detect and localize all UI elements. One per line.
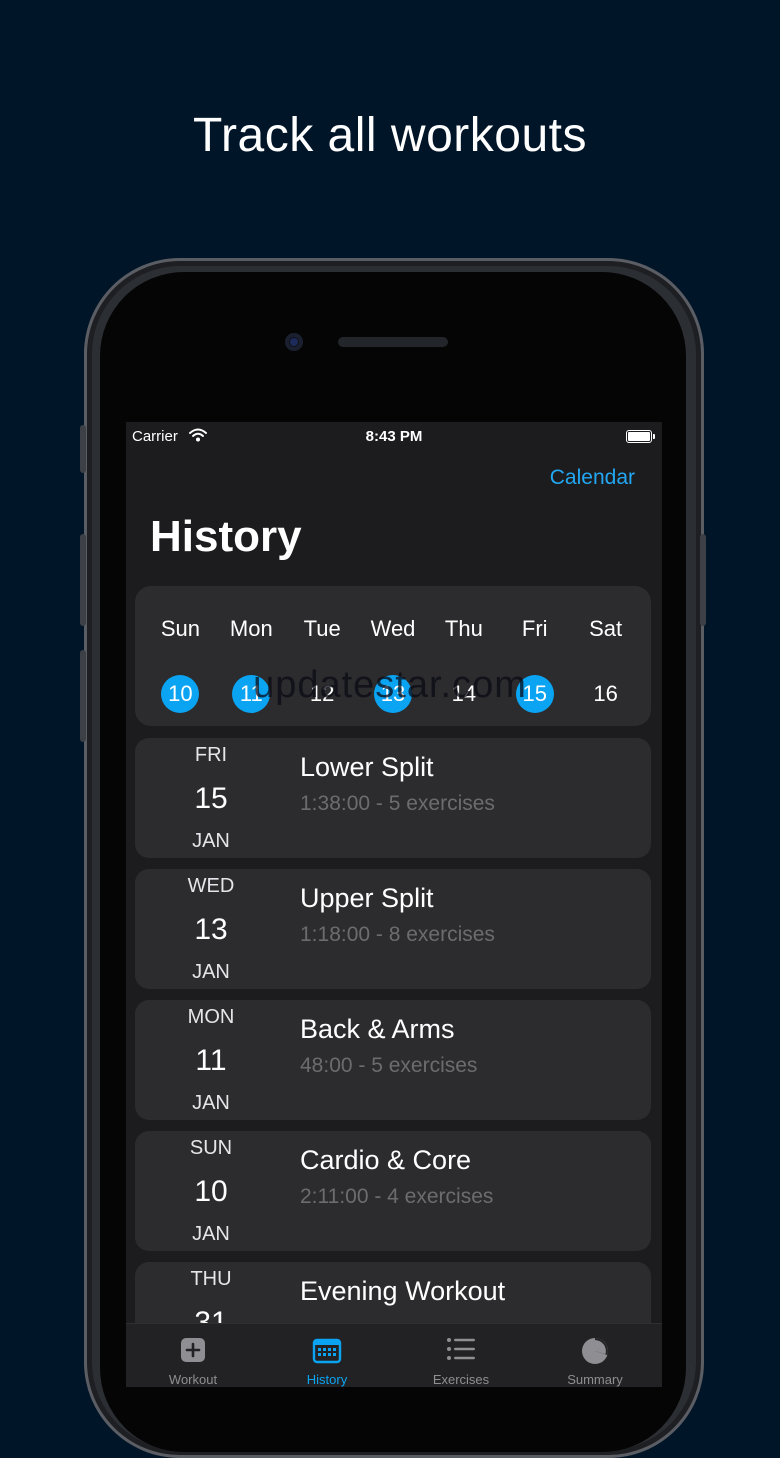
workout-weekday: THU	[190, 1268, 232, 1290]
workout-meta: 1:38:00 - 5 exercises	[300, 792, 495, 815]
tab-bar: Workout History Exercises Summary	[126, 1323, 662, 1387]
mute-switch	[80, 425, 86, 473]
workout-weekday: FRI	[194, 744, 228, 766]
workout-meta: 48:00 - 5 exercises	[300, 1054, 478, 1077]
workout-month: JAN	[192, 961, 230, 983]
workout-weekday: SUN	[189, 1137, 233, 1159]
workout-card[interactable]: MON 11 JAN Back & Arms 48:00 - 5 exercises	[135, 1000, 651, 1120]
tab-label: Exercises	[432, 1372, 490, 1387]
workout-day: 11	[195, 1044, 227, 1077]
volume-up-button	[80, 534, 86, 626]
power-button	[700, 534, 706, 626]
workout-name: Cardio & Core	[300, 1145, 472, 1175]
week-date-label: 14	[451, 681, 477, 706]
workout-card[interactable]: SUN 10 JAN Cardio & Core 2:11:00 - 4 exercis…	[135, 1131, 651, 1251]
weekday-label: Sat	[589, 616, 623, 641]
workout-month: JAN	[192, 830, 230, 852]
weekday-label: Wed	[370, 616, 416, 641]
tab-history[interactable]: History	[260, 1324, 394, 1387]
week-date-label: 15	[515, 675, 554, 713]
workout-weekday: WED	[187, 875, 235, 897]
battery-icon	[626, 430, 655, 443]
list-icon	[446, 1336, 476, 1367]
headline: Track all workouts	[193, 109, 587, 162]
week-dates: 10 11 12 13 14 15 16	[145, 675, 641, 713]
workout-month: JAN	[192, 1223, 230, 1245]
plus-square-icon	[179, 1336, 207, 1369]
week-date-label: 10	[161, 675, 200, 713]
workout-list: FRI 15 JAN Lower Split 1:38:00 - 5 exercises…	[135, 738, 651, 1387]
app-screen: Carrier 8:43 PM Calendar History Sun Mon T…	[126, 422, 662, 1387]
calendar-button[interactable]: Calendar	[550, 466, 635, 490]
tab-label: History	[306, 1372, 348, 1387]
workout-name: Back & Arms	[300, 1014, 455, 1044]
weekday-label: Sun	[160, 616, 200, 641]
week-date-label: 16	[593, 681, 618, 706]
week-date-label: 12	[309, 681, 335, 706]
week-date-label: 11	[232, 675, 271, 713]
workout-weekday: MON	[187, 1006, 235, 1028]
week-date[interactable]: 13	[358, 675, 429, 713]
workout-name: Upper Split	[300, 883, 434, 913]
tab-exercises[interactable]: Exercises	[394, 1324, 528, 1387]
front-camera	[285, 333, 303, 351]
status-bar: Carrier 8:43 PM	[126, 422, 662, 450]
workout-day: 10	[194, 1175, 228, 1208]
pie-chart-icon	[580, 1336, 610, 1371]
week-date[interactable]: 14	[428, 676, 499, 712]
workout-card[interactable]: FRI 15 JAN Lower Split 1:38:00 - 5 exercises	[135, 738, 651, 858]
week-date[interactable]: 10	[145, 675, 216, 713]
weekday-label: Fri	[521, 616, 548, 641]
workout-day: 13	[194, 913, 228, 946]
weekday-label: Tue	[303, 616, 341, 641]
tab-workout[interactable]: Workout	[126, 1324, 260, 1387]
workout-day: 15	[194, 782, 228, 815]
week-date-label: 13	[374, 675, 412, 713]
workout-month: JAN	[192, 1092, 230, 1114]
weekday-label: Mon	[229, 616, 273, 641]
status-time: 8:43 PM	[365, 428, 423, 445]
week-date[interactable]: 16	[570, 676, 641, 712]
week-date[interactable]: 12	[287, 676, 358, 712]
workout-name: Lower Split	[300, 752, 434, 782]
volume-down-button	[80, 650, 86, 742]
workout-meta: 1:18:00 - 8 exercises	[300, 923, 495, 946]
week-strip: Sun Mon Tue Wed Thu Fri Sat 10 11 12 13 14 15 16	[135, 586, 651, 726]
earpiece-speaker	[338, 337, 448, 347]
workout-card[interactable]: WED 13 JAN Upper Split 1:18:00 - 8 exercises	[135, 869, 651, 989]
tab-label: Summary	[567, 1372, 623, 1387]
tab-summary[interactable]: Summary	[528, 1324, 662, 1387]
week-date[interactable]: 15	[499, 675, 570, 713]
workout-name: Evening Workout	[300, 1276, 506, 1306]
weekday-headers: Sun Mon Tue Wed Thu Fri Sat	[145, 616, 641, 642]
page-title: History	[150, 512, 302, 561]
weekday-label: Thu	[444, 616, 483, 641]
week-date[interactable]: 11	[216, 675, 287, 713]
workout-meta: 2:11:00 - 4 exercises	[300, 1185, 494, 1208]
calendar-icon	[312, 1336, 342, 1369]
tab-label: Workout	[168, 1372, 218, 1387]
